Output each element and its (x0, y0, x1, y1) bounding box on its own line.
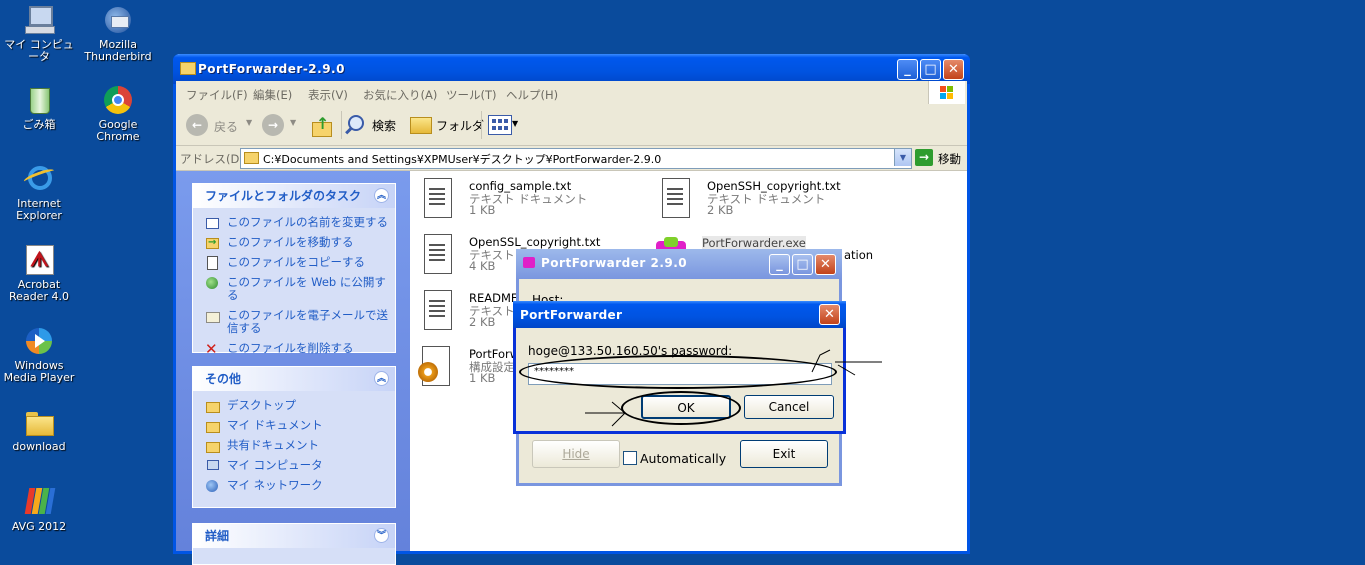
annotation-arrows (585, 349, 882, 427)
desktop-edge (1358, 0, 1365, 539)
